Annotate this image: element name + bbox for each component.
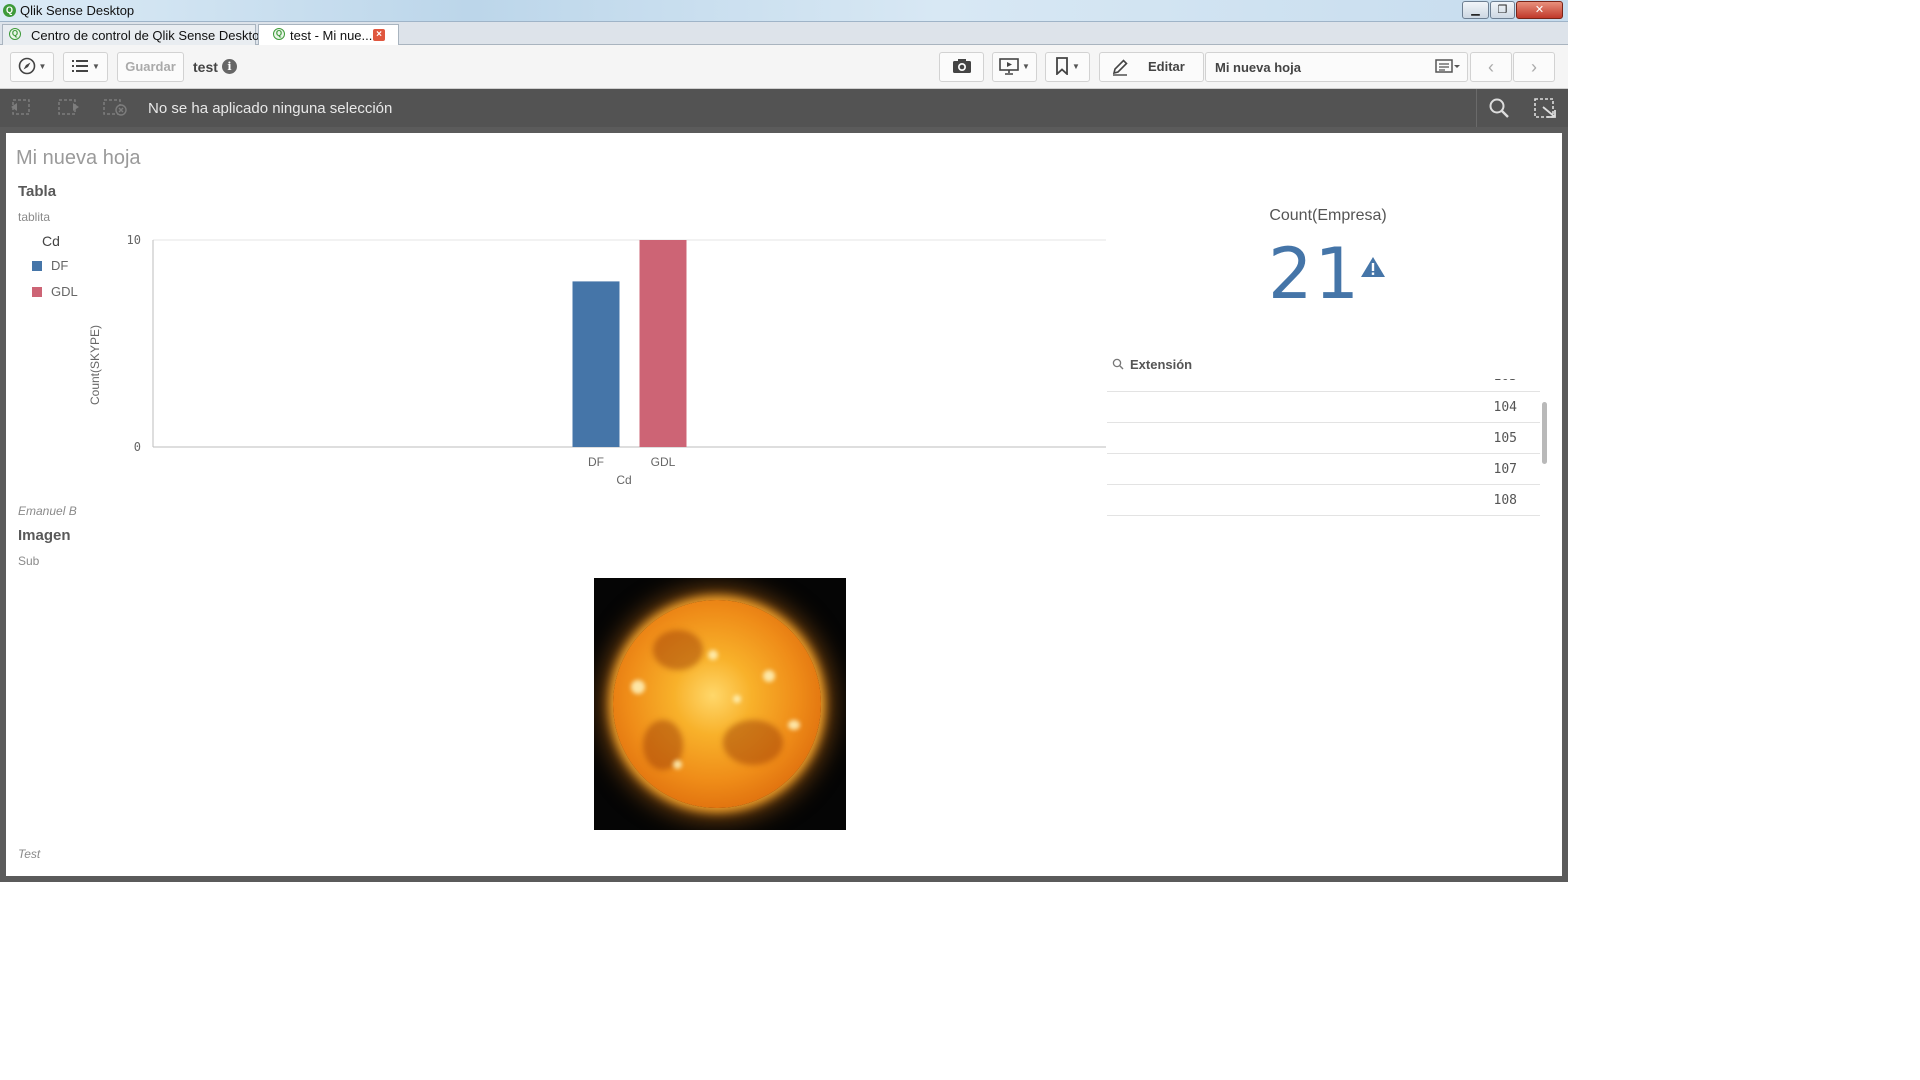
camera-icon bbox=[952, 59, 971, 73]
clear-selections-icon[interactable] bbox=[102, 97, 128, 119]
image-footnote: Test bbox=[18, 847, 41, 861]
presentation-icon bbox=[999, 58, 1019, 75]
x-tick-label: DF bbox=[588, 455, 604, 469]
smart-search-icon[interactable] bbox=[1533, 97, 1559, 119]
list-icon bbox=[72, 60, 89, 72]
x-axis-label: Cd bbox=[616, 473, 631, 487]
close-tab-icon[interactable]: × bbox=[373, 29, 385, 41]
sun-disc bbox=[613, 600, 821, 808]
qlik-app-icon: Q bbox=[3, 4, 16, 17]
image-subtitle: Sub bbox=[18, 554, 40, 568]
sun-image bbox=[594, 578, 846, 830]
window-title-bar: Q Qlik Sense Desktop ▁ ❐ ✕ bbox=[0, 0, 1568, 22]
list-item[interactable]: 108 bbox=[1107, 485, 1540, 516]
filter-pane-scrollbar[interactable] bbox=[1542, 402, 1547, 464]
selections-divider bbox=[1476, 89, 1477, 127]
plot-area: 0 10 DF GDL bbox=[127, 233, 1106, 469]
bar-chart[interactable]: Count(SKYPE) Cd 0 10 DF GDL bbox=[82, 228, 1106, 498]
pencil-icon bbox=[1112, 59, 1128, 76]
bar-df[interactable] bbox=[572, 281, 620, 447]
tab-test-sheet[interactable]: Q test - Mi nue... × bbox=[258, 24, 399, 46]
sheet-selector[interactable]: Mi nueva hoja bbox=[1205, 52, 1468, 82]
app-name: test bbox=[193, 59, 218, 75]
selections-status: No se ha aplicado ninguna selección bbox=[148, 100, 393, 117]
qlik-tab-icon: Q bbox=[273, 28, 285, 40]
filter-pane-list[interactable]: 103 104 105 107 108 bbox=[1107, 379, 1540, 519]
tab-hub-label: Centro de control de Qlik Sense Desktop bbox=[31, 28, 267, 43]
list-item[interactable]: 107 bbox=[1107, 454, 1540, 485]
y-axis-label: Count(SKYPE) bbox=[88, 325, 102, 405]
sheets-icon bbox=[1435, 58, 1461, 79]
list-item[interactable]: 103 bbox=[1107, 379, 1540, 392]
tab-hub[interactable]: Q Centro de control de Qlik Sense Deskto… bbox=[2, 24, 267, 45]
x-tick-label: GDL bbox=[651, 455, 676, 469]
warning-icon bbox=[1361, 257, 1385, 277]
image-title: Imagen bbox=[18, 527, 71, 544]
legend-label-df: DF bbox=[51, 258, 69, 273]
tab-test-sheet-label: test - Mi nue... bbox=[290, 28, 373, 43]
selections-bar: No se ha aplicado ninguna selección bbox=[0, 89, 1568, 127]
filter-pane-label: Extensión bbox=[1130, 357, 1193, 372]
list-item[interactable]: 105 bbox=[1107, 423, 1540, 454]
bookmarks-button[interactable]: ▼ bbox=[1045, 52, 1090, 82]
sheet-canvas: Mi nueva hoja Tabla tablita Cd DF GDL Co… bbox=[6, 133, 1562, 876]
legend-label-gdl: GDL bbox=[51, 284, 78, 299]
bar-chart-subtitle: tablita bbox=[18, 210, 51, 224]
previous-sheet-button[interactable]: ‹ bbox=[1470, 52, 1512, 82]
restore-button[interactable]: ❐ bbox=[1490, 1, 1515, 19]
legend-title: Cd bbox=[42, 233, 60, 249]
list-item[interactable]: 104 bbox=[1107, 392, 1540, 423]
presentation-button[interactable]: ▼ bbox=[992, 52, 1037, 82]
edit-button-label: Editar bbox=[1148, 59, 1185, 74]
bookmark-icon bbox=[1056, 57, 1068, 77]
minimize-button[interactable]: ▁ bbox=[1462, 1, 1489, 19]
window-title: Qlik Sense Desktop bbox=[20, 3, 135, 18]
y-tick-label: 10 bbox=[127, 233, 141, 247]
search-icon[interactable] bbox=[1486, 97, 1512, 119]
navigation-button[interactable]: ▼ bbox=[10, 52, 54, 82]
legend-swatch-df bbox=[32, 261, 42, 271]
y-tick-label: 0 bbox=[134, 440, 141, 454]
bar-gdl[interactable] bbox=[639, 240, 687, 447]
next-sheet-button[interactable]: › bbox=[1513, 52, 1555, 82]
compass-icon bbox=[18, 57, 35, 75]
step-back-icon[interactable] bbox=[8, 97, 34, 119]
close-window-button[interactable]: ✕ bbox=[1516, 1, 1563, 19]
save-button[interactable]: Guardar bbox=[117, 52, 184, 82]
legend-item-gdl[interactable]: GDL bbox=[32, 284, 78, 299]
kpi-value[interactable]: 21 bbox=[1268, 233, 1361, 315]
kpi-label: Count(Empresa) bbox=[1269, 207, 1387, 224]
bar-chart-footnote: Emanuel B bbox=[18, 504, 77, 518]
search-icon bbox=[1112, 358, 1124, 370]
tab-bar: Q Centro de control de Qlik Sense Deskto… bbox=[0, 22, 1568, 46]
edit-button[interactable]: Editar bbox=[1099, 52, 1204, 82]
step-forward-icon[interactable] bbox=[56, 97, 82, 119]
sheet-title: Mi nueva hoja bbox=[16, 147, 141, 169]
legend-item-df[interactable]: DF bbox=[32, 258, 68, 273]
current-sheet-name: Mi nueva hoja bbox=[1215, 60, 1301, 75]
legend-swatch-gdl bbox=[32, 287, 42, 297]
bar-chart-title: Tabla bbox=[18, 183, 57, 200]
snapshot-button[interactable] bbox=[939, 52, 984, 82]
sheet-frame: Mi nueva hoja Tabla tablita Cd DF GDL Co… bbox=[0, 127, 1568, 882]
global-menu-button[interactable]: ▼ bbox=[63, 52, 108, 82]
qlik-tab-icon: Q bbox=[9, 28, 21, 40]
info-icon[interactable]: i bbox=[222, 59, 237, 74]
